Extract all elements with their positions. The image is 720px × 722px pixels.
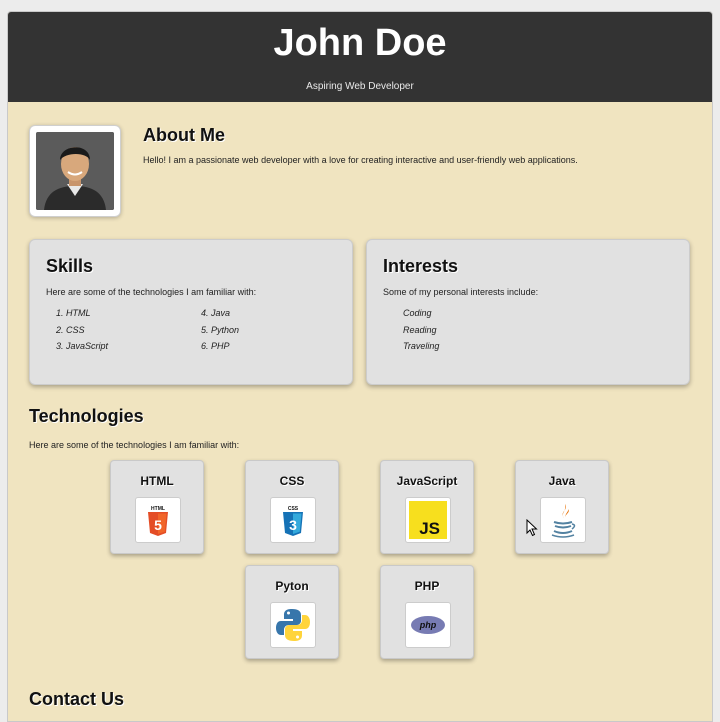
tech-card-css[interactable]: CSS CSS 3 bbox=[245, 460, 339, 554]
skills-list-right: 4. Java 5. Python 6. PHP bbox=[201, 308, 239, 358]
svg-text:CSS: CSS bbox=[288, 506, 299, 512]
tech-name: PHP bbox=[414, 579, 440, 593]
site-header: John Doe Aspiring Web Developer bbox=[8, 12, 712, 102]
java-icon bbox=[540, 497, 586, 543]
about-text: Hello! I am a passionate web developer w… bbox=[143, 155, 578, 165]
technologies-intro: Here are some of the technologies I am f… bbox=[29, 440, 240, 450]
skill-item: 4. Java bbox=[201, 308, 231, 318]
svg-text:JS: JS bbox=[419, 519, 440, 538]
avatar bbox=[36, 132, 114, 210]
tech-name: HTML bbox=[140, 474, 174, 488]
html5-icon: HTML 5 bbox=[135, 497, 181, 543]
tech-card-java[interactable]: Java bbox=[515, 460, 609, 554]
skill-item: 6. PHP bbox=[201, 341, 230, 351]
skills-card: Skills Here are some of the technologies… bbox=[29, 239, 353, 385]
mouse-pointer-icon bbox=[526, 519, 538, 537]
interest-item: Traveling bbox=[403, 341, 440, 351]
portfolio-page: John Doe Aspiring Web Developer About Me… bbox=[7, 11, 713, 722]
interest-item: Coding bbox=[403, 308, 432, 318]
css3-icon: CSS 3 bbox=[270, 497, 316, 543]
svg-text:HTML: HTML bbox=[151, 506, 165, 512]
contact-title: Contact Us bbox=[29, 689, 125, 709]
page-title: John Doe bbox=[273, 22, 447, 64]
about-section: About Me Hello! I am a passionate web de… bbox=[143, 125, 703, 165]
skill-item: 2. CSS bbox=[56, 324, 85, 335]
svg-text:3: 3 bbox=[289, 517, 297, 533]
python-icon bbox=[270, 602, 316, 648]
javascript-icon: JS bbox=[405, 497, 451, 543]
interests-list: Coding Reading Traveling bbox=[403, 308, 439, 358]
svg-text:5: 5 bbox=[154, 517, 162, 533]
interests-intro: Some of my personal interests include: bbox=[383, 287, 539, 297]
avatar-portrait-icon bbox=[36, 132, 114, 210]
tech-card-python[interactable]: Pyton bbox=[245, 565, 339, 659]
page-subtitle: Aspiring Web Developer bbox=[306, 81, 414, 92]
tech-card-javascript[interactable]: JavaScript JS bbox=[380, 460, 474, 554]
technologies-title: Technologies bbox=[29, 406, 144, 426]
tech-card-php[interactable]: PHP php bbox=[380, 565, 474, 659]
interests-title: Interests bbox=[383, 256, 459, 276]
profile-photo bbox=[29, 125, 121, 217]
skill-item: 5. Python bbox=[201, 324, 240, 335]
skills-intro: Here are some of the technologies I am f… bbox=[46, 287, 257, 297]
interests-card: Interests Some of my personal interests … bbox=[366, 239, 690, 385]
skill-item: 3. JavaScript bbox=[56, 341, 109, 351]
interest-item: Reading bbox=[403, 324, 437, 335]
php-icon: php bbox=[405, 602, 451, 648]
tech-name: JavaScript bbox=[396, 474, 458, 488]
tech-name: Java bbox=[548, 474, 576, 488]
tech-name: CSS bbox=[279, 474, 305, 488]
skills-title: Skills bbox=[46, 256, 94, 276]
skill-item: 1. HTML bbox=[56, 308, 91, 318]
svg-text:php: php bbox=[419, 620, 437, 630]
about-title: About Me bbox=[143, 125, 225, 145]
tech-card-html[interactable]: HTML HTML 5 bbox=[110, 460, 204, 554]
skills-list-left: 1. HTML 2. CSS 3. JavaScript bbox=[56, 308, 108, 358]
tech-name: Pyton bbox=[275, 579, 309, 593]
